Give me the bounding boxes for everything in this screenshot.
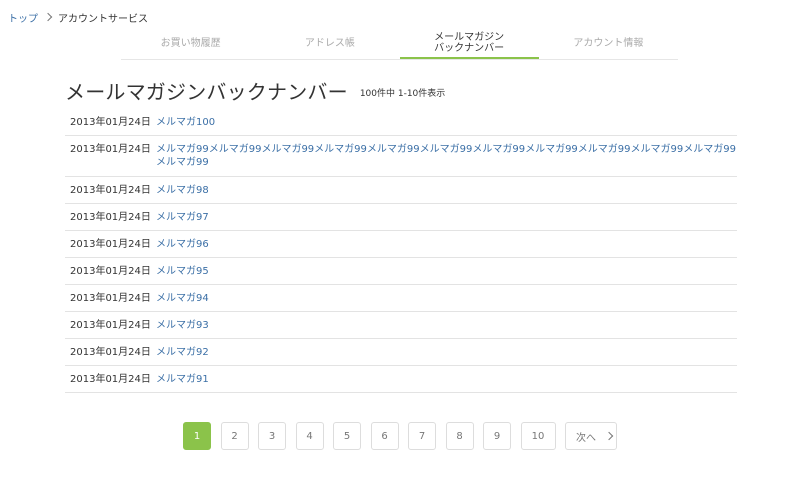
list-item: 2013年01月24日 メルマガ98 [65,177,737,204]
page-button-4[interactable]: 4 [295,422,324,450]
list-item: 2013年01月24日 メルマガ96 [65,231,737,258]
item-title-link[interactable]: メルマガ99メルマガ99メルマガ99メルマガ99メルマガ99メルマガ99メルマガ… [156,143,737,169]
breadcrumb-top-link[interactable]: トップ [8,10,38,25]
page-button-3[interactable]: 3 [258,422,286,450]
result-count: 100件中 1-10件表示 [359,89,446,99]
page-button-10[interactable]: 10 [520,422,556,450]
tab-purchase-history[interactable]: お買い物履歴 [121,28,260,59]
item-title-link[interactable]: メルマガ91 [156,373,737,386]
page-button-5[interactable]: 5 [333,422,361,450]
chevron-right-icon [604,431,614,441]
list-item: 2013年01月24日 メルマガ92 [65,339,737,366]
item-date: 2013年01月24日 [70,347,151,358]
next-page-button[interactable]: 次へ [565,422,617,450]
page-button-2[interactable]: 2 [220,422,249,450]
item-date: 2013年01月24日 [70,266,151,277]
account-tabs: お買い物履歴 アドレス帳 メールマガジン バックナンバー アカウント情報 [121,28,678,60]
item-date: 2013年01月24日 [70,239,151,250]
list-item: 2013年01月24日 メルマガ93 [65,312,737,339]
item-date: 2013年01月24日 [70,144,151,155]
tab-mail-magazine-backnumber[interactable]: メールマガジン バックナンバー [399,28,539,59]
list-item: 2013年01月24日 メルマガ99メルマガ99メルマガ99メルマガ99メルマガ… [65,136,737,177]
title-row: メールマガジンバックナンバー 100件中 1-10件表示 [65,76,445,105]
item-date: 2013年01月24日 [70,185,151,196]
list-item: 2013年01月24日 メルマガ91 [65,366,737,393]
page-button-7[interactable]: 7 [408,422,436,450]
page-title: メールマガジンバックナンバー [65,80,348,104]
page-button-8[interactable]: 8 [445,422,474,450]
breadcrumb-current: アカウントサービス [58,13,148,25]
list-item: 2013年01月24日 メルマガ95 [65,258,737,285]
next-page-label: 次へ [576,432,596,444]
page-button-6[interactable]: 6 [370,422,399,450]
item-title-link[interactable]: メルマガ98 [156,184,737,197]
item-title-link[interactable]: メルマガ94 [156,292,737,305]
breadcrumb: トップ アカウントサービス [8,10,148,25]
item-title-link[interactable]: メルマガ96 [156,238,737,251]
item-date: 2013年01月24日 [70,212,151,223]
item-date: 2013年01月24日 [70,374,151,385]
item-date: 2013年01月24日 [70,117,151,128]
item-title-link[interactable]: メルマガ97 [156,211,737,224]
item-title-link[interactable]: メルマガ92 [156,346,737,359]
tab-account-info[interactable]: アカウント情報 [539,28,678,59]
item-title-link[interactable]: メルマガ100 [156,116,737,129]
pagination: 1 2 3 4 5 6 7 8 9 10 次へ [183,422,617,450]
page-button-9[interactable]: 9 [483,422,511,450]
chevron-right-icon [43,12,53,22]
account-service-page: トップ アカウントサービス お買い物履歴 アドレス帳 メールマガジン バックナン… [0,0,800,500]
item-title-link[interactable]: メルマガ93 [156,319,737,332]
list-item: 2013年01月24日 メルマガ97 [65,204,737,231]
tab-address-book[interactable]: アドレス帳 [260,28,399,59]
item-title-link[interactable]: メルマガ95 [156,265,737,278]
list-item: 2013年01月24日 メルマガ100 [65,109,737,136]
list-item: 2013年01月24日 メルマガ94 [65,285,737,312]
backnumber-list: 2013年01月24日 メルマガ100 2013年01月24日 メルマガ99メル… [65,109,737,393]
item-date: 2013年01月24日 [70,293,151,304]
page-button-1[interactable]: 1 [183,422,211,450]
item-date: 2013年01月24日 [70,320,151,331]
